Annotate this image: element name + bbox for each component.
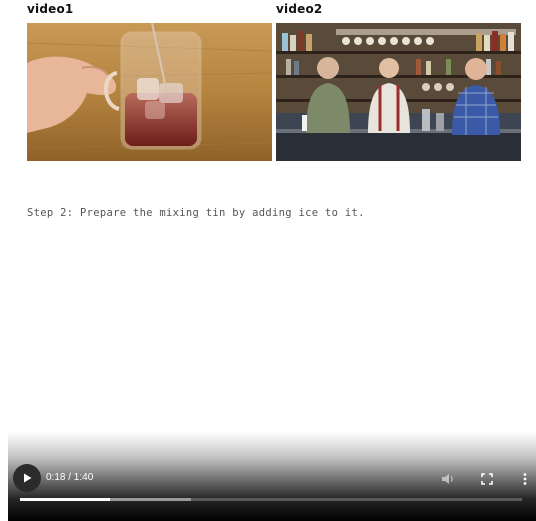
video-player-controls: 0:18 / 1:40	[8, 432, 536, 521]
play-icon	[24, 473, 32, 483]
fullscreen-icon[interactable]	[479, 471, 495, 487]
video2-label: video2	[276, 2, 323, 16]
video1-thumbnail[interactable]	[27, 23, 272, 161]
page: video1 video2 Step 2: Prepare the mixing…	[0, 0, 536, 521]
video2-thumbnail[interactable]	[276, 23, 521, 161]
volume-icon[interactable]	[440, 471, 456, 487]
progress-bar[interactable]	[20, 498, 522, 501]
play-button[interactable]	[13, 464, 41, 492]
time-display: 0:18 / 1:40	[46, 472, 94, 483]
video1-label: video1	[27, 2, 74, 16]
more-vert-icon[interactable]	[517, 471, 533, 487]
step-instruction: Step 2: Prepare the mixing tin by adding…	[27, 207, 365, 219]
progress-played	[20, 498, 111, 501]
